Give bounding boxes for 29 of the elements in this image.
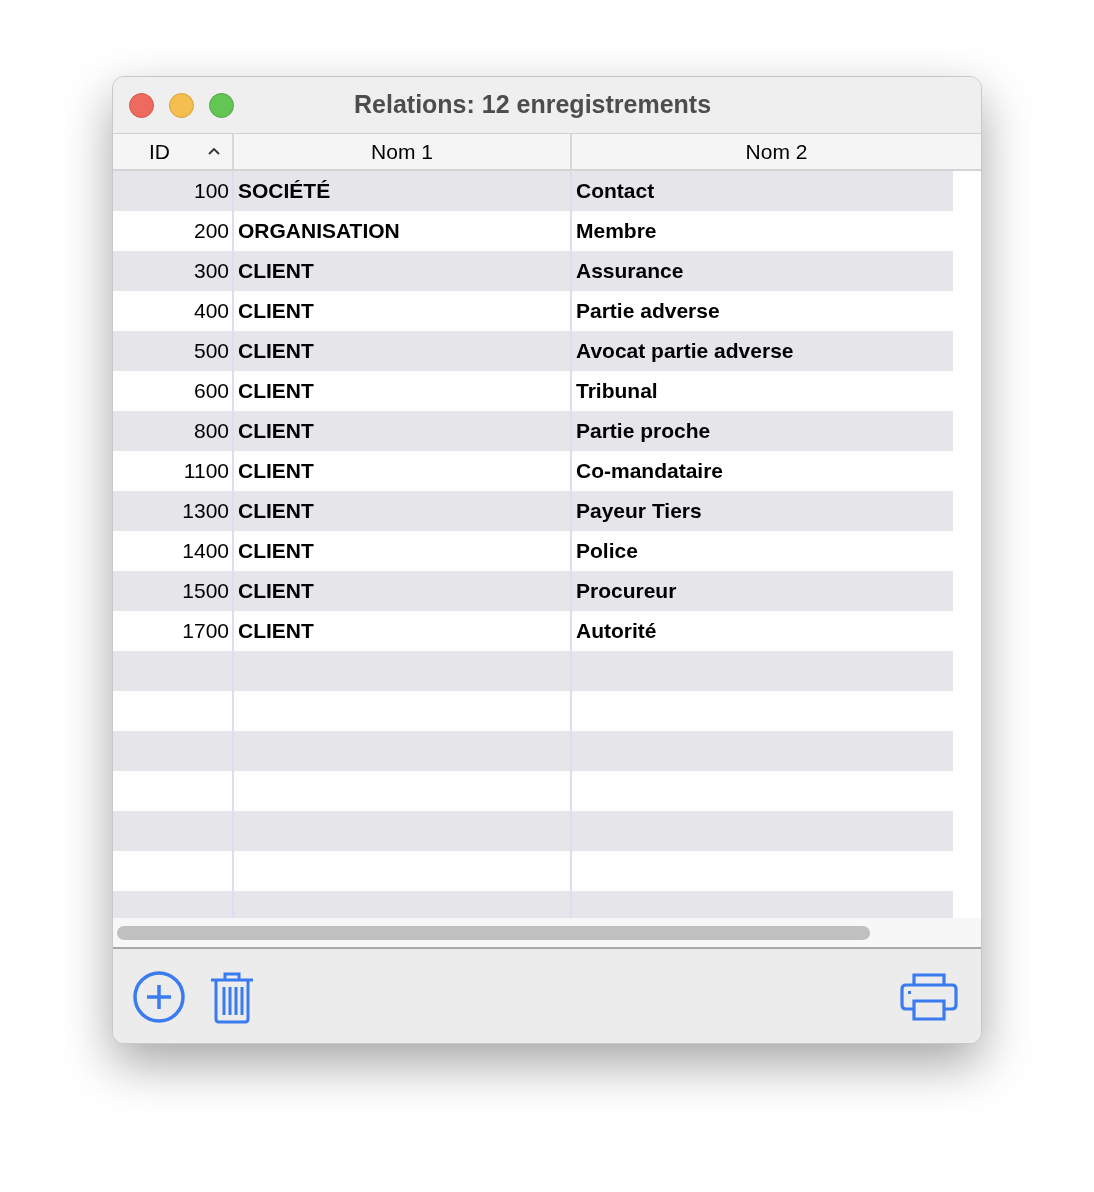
table-cell-text: Police	[575, 538, 639, 564]
table-row[interactable]: 800 CLIENT Partie proche	[113, 411, 953, 451]
table-cell-text: Payeur Tiers	[575, 498, 703, 524]
minimize-button[interactable]	[169, 92, 194, 118]
table-cell-text: Partie proche	[575, 418, 712, 444]
table-row[interactable]: 1500 CLIENT Procureur	[113, 571, 953, 611]
table-row[interactable]: 500 CLIENT Avocat partie adverse	[113, 331, 953, 371]
table-row[interactable]: 300 CLIENT Assurance	[113, 251, 953, 291]
zoom-button[interactable]	[209, 92, 234, 118]
add-icon[interactable]	[132, 970, 186, 1024]
print-icon[interactable]	[900, 972, 958, 1022]
table-cell-text: Partie adverse	[575, 298, 721, 324]
table-cell-text: Procureur	[575, 578, 678, 604]
trash-icon[interactable]	[209, 970, 255, 1024]
window-title: Relations: 12 enregistrements	[354, 89, 712, 121]
table-row[interactable]: 100 SOCIÉTÉ Contact	[113, 171, 953, 211]
table-cell-text: Contact	[575, 178, 656, 204]
column-header[interactable]: Nom 1	[234, 134, 572, 169]
table-row[interactable]: 1300 CLIENT Payeur Tiers	[113, 491, 953, 531]
table-cell-text: Co-mandataire	[575, 458, 725, 484]
table-cell-text: Assurance	[575, 258, 685, 284]
column-header[interactable]: Nom 2	[572, 134, 981, 169]
table-cell-text: Avocat partie adverse	[575, 338, 795, 364]
table-cell-text: Tribunal	[575, 378, 659, 404]
table-cell-text: Membre	[575, 218, 658, 244]
close-button[interactable]	[129, 92, 154, 118]
table-cell-text: Autorité	[575, 618, 658, 644]
scrollbar[interactable]	[117, 925, 870, 940]
column-header[interactable]: ID	[113, 134, 234, 169]
